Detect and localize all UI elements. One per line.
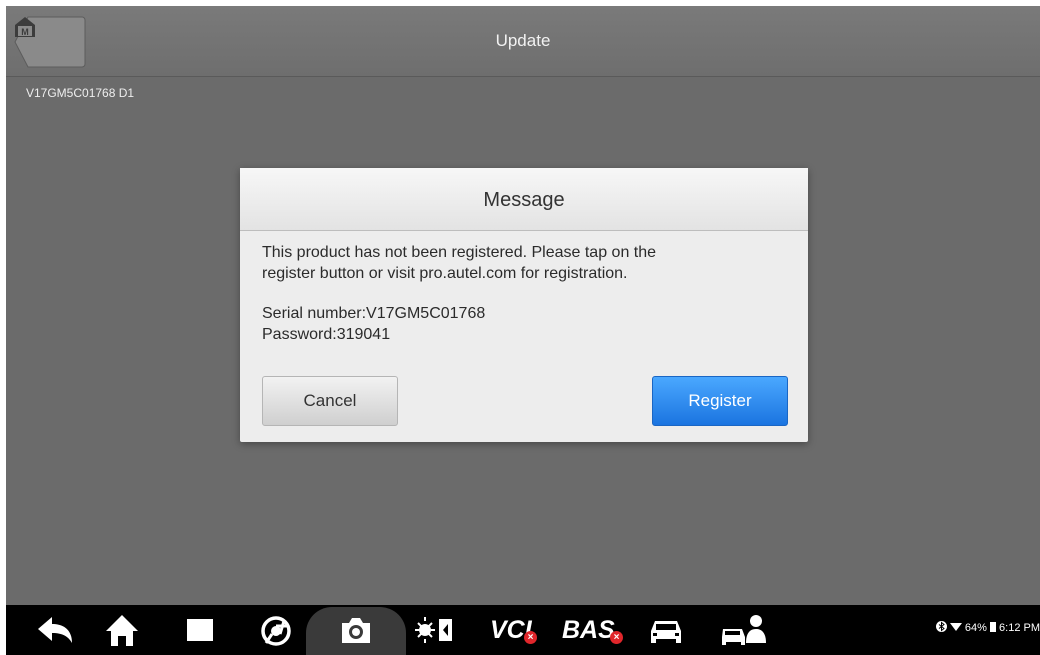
dialog-body: This product has not been registered. Pl…	[262, 242, 792, 345]
remote-support-icon[interactable]	[720, 611, 770, 649]
chrome-icon[interactable]	[258, 611, 294, 649]
status-area: 64% 6:12 PM	[935, 621, 1040, 635]
system-navbar: VCI × BAS × 64% 6:12 PM	[6, 605, 1040, 655]
clock: 6:12 PM	[999, 622, 1040, 634]
serial-number-text: Serial number:V17GM5C01768	[262, 305, 486, 322]
dialog-message-line-2: register button or visit pro.autel.com f…	[262, 265, 628, 282]
bluetooth-icon	[935, 621, 950, 635]
battery-icon	[989, 622, 999, 635]
bas-error-badge: ×	[610, 631, 623, 644]
page-title: Update	[495, 31, 551, 50]
recent-apps-icon[interactable]	[182, 611, 218, 649]
bas-label: BAS	[562, 616, 615, 644]
dialog-message-line-1: This product has not been registered. Pl…	[262, 244, 657, 261]
password-text: Password:319041	[262, 326, 391, 343]
back-icon[interactable]	[34, 611, 76, 649]
cancel-button[interactable]: Cancel	[262, 376, 398, 426]
home-icon[interactable]	[102, 611, 142, 649]
registration-dialog: Message This product has not been regist…	[240, 168, 808, 442]
header-bar: M Update	[6, 6, 1040, 77]
register-button[interactable]: Register	[652, 376, 788, 426]
bas-icon[interactable]: BAS ×	[562, 611, 628, 649]
car-icon[interactable]	[646, 611, 686, 649]
wifi-icon	[949, 622, 965, 635]
camera-icon[interactable]	[336, 611, 376, 649]
battery-percent: 64%	[964, 622, 987, 634]
dialog-title: Message	[240, 168, 808, 231]
app-screen: M Update V17GM5C01768 D1 Message This pr…	[6, 6, 1040, 655]
display-icon[interactable]	[412, 611, 456, 649]
vci-error-badge: ×	[524, 631, 537, 644]
vci-icon[interactable]: VCI ×	[490, 611, 546, 649]
device-serial-label: V17GM5C01768 D1	[26, 86, 135, 100]
